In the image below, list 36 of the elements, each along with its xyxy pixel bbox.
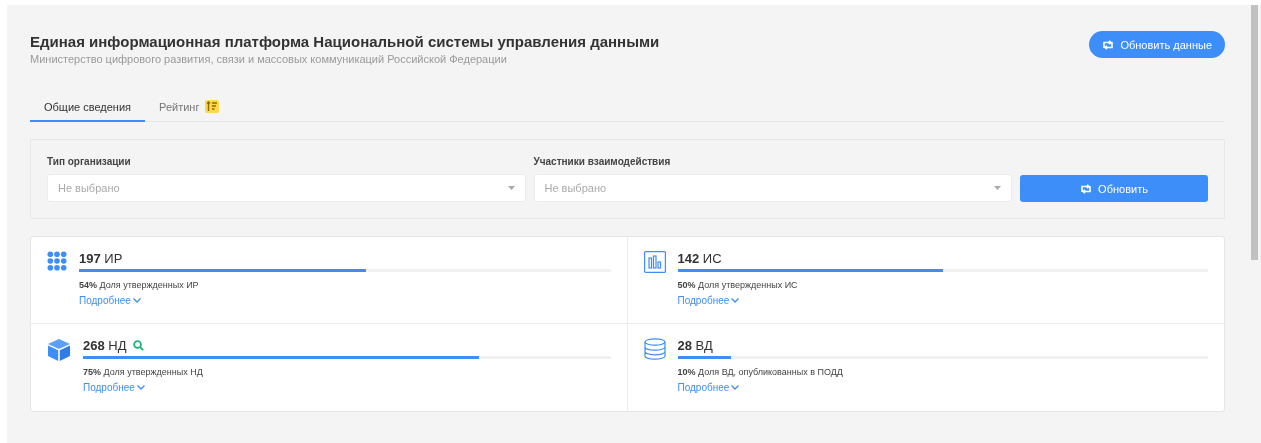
more-link[interactable]: Подробнее [677,295,740,306]
bar-chart-icon [643,251,666,273]
stat-caption: 75% Доля утвержденных НД [83,367,204,377]
more-link[interactable]: Подробнее [677,382,740,393]
page-subtitle: Министерство цифрового развития, связи и массовых коммуникаций Российской Федерации [30,53,508,65]
dropdown-field[interactable]: Не выбрано [533,174,1012,202]
chevron-down-icon [132,298,141,303]
tab[interactable]: Рейтинг [145,93,234,122]
refresh-data-button[interactable]: Обновить данные [1089,31,1225,58]
database-icon [643,338,666,360]
stat-count: 197 ИР [79,251,123,266]
stat-count: 28 ВД [677,338,713,353]
stat-count: 142 ИС [677,251,722,266]
search-icon[interactable] [132,340,144,351]
apply-button[interactable]: Обновить [1020,175,1208,202]
caret-icon [507,186,515,190]
cube-icon [47,338,71,362]
refresh-icon [1102,39,1115,50]
chevron-down-icon [731,385,740,390]
chevron-down-icon [136,385,145,390]
page-title: Единая информационная платформа Национальной системы управления данными [30,33,660,50]
refresh-icon [1080,183,1093,194]
scrollbar-thumb[interactable] [1250,5,1258,260]
more-link[interactable]: Подробнее [83,382,145,393]
stat-caption: 54% Доля утвержденных ИР [79,280,200,290]
stat-caption: 50% Доля утвержденных ИС [677,280,799,290]
stat-count: 268 НД [83,338,127,353]
filter-label: Тип организации [47,156,132,167]
more-link[interactable]: Подробнее [79,295,141,306]
filter-label: Участники взаимодействия [533,156,672,167]
caret-icon [994,186,1001,190]
stat-caption: 10% Доля ВД, опубликованных в ПОДД [677,367,844,377]
chevron-down-icon [731,298,740,303]
dots-grid-icon [47,251,67,271]
dropdown-field[interactable]: Не выбрано [47,174,526,202]
tab[interactable]: Общие сведения [30,93,146,122]
